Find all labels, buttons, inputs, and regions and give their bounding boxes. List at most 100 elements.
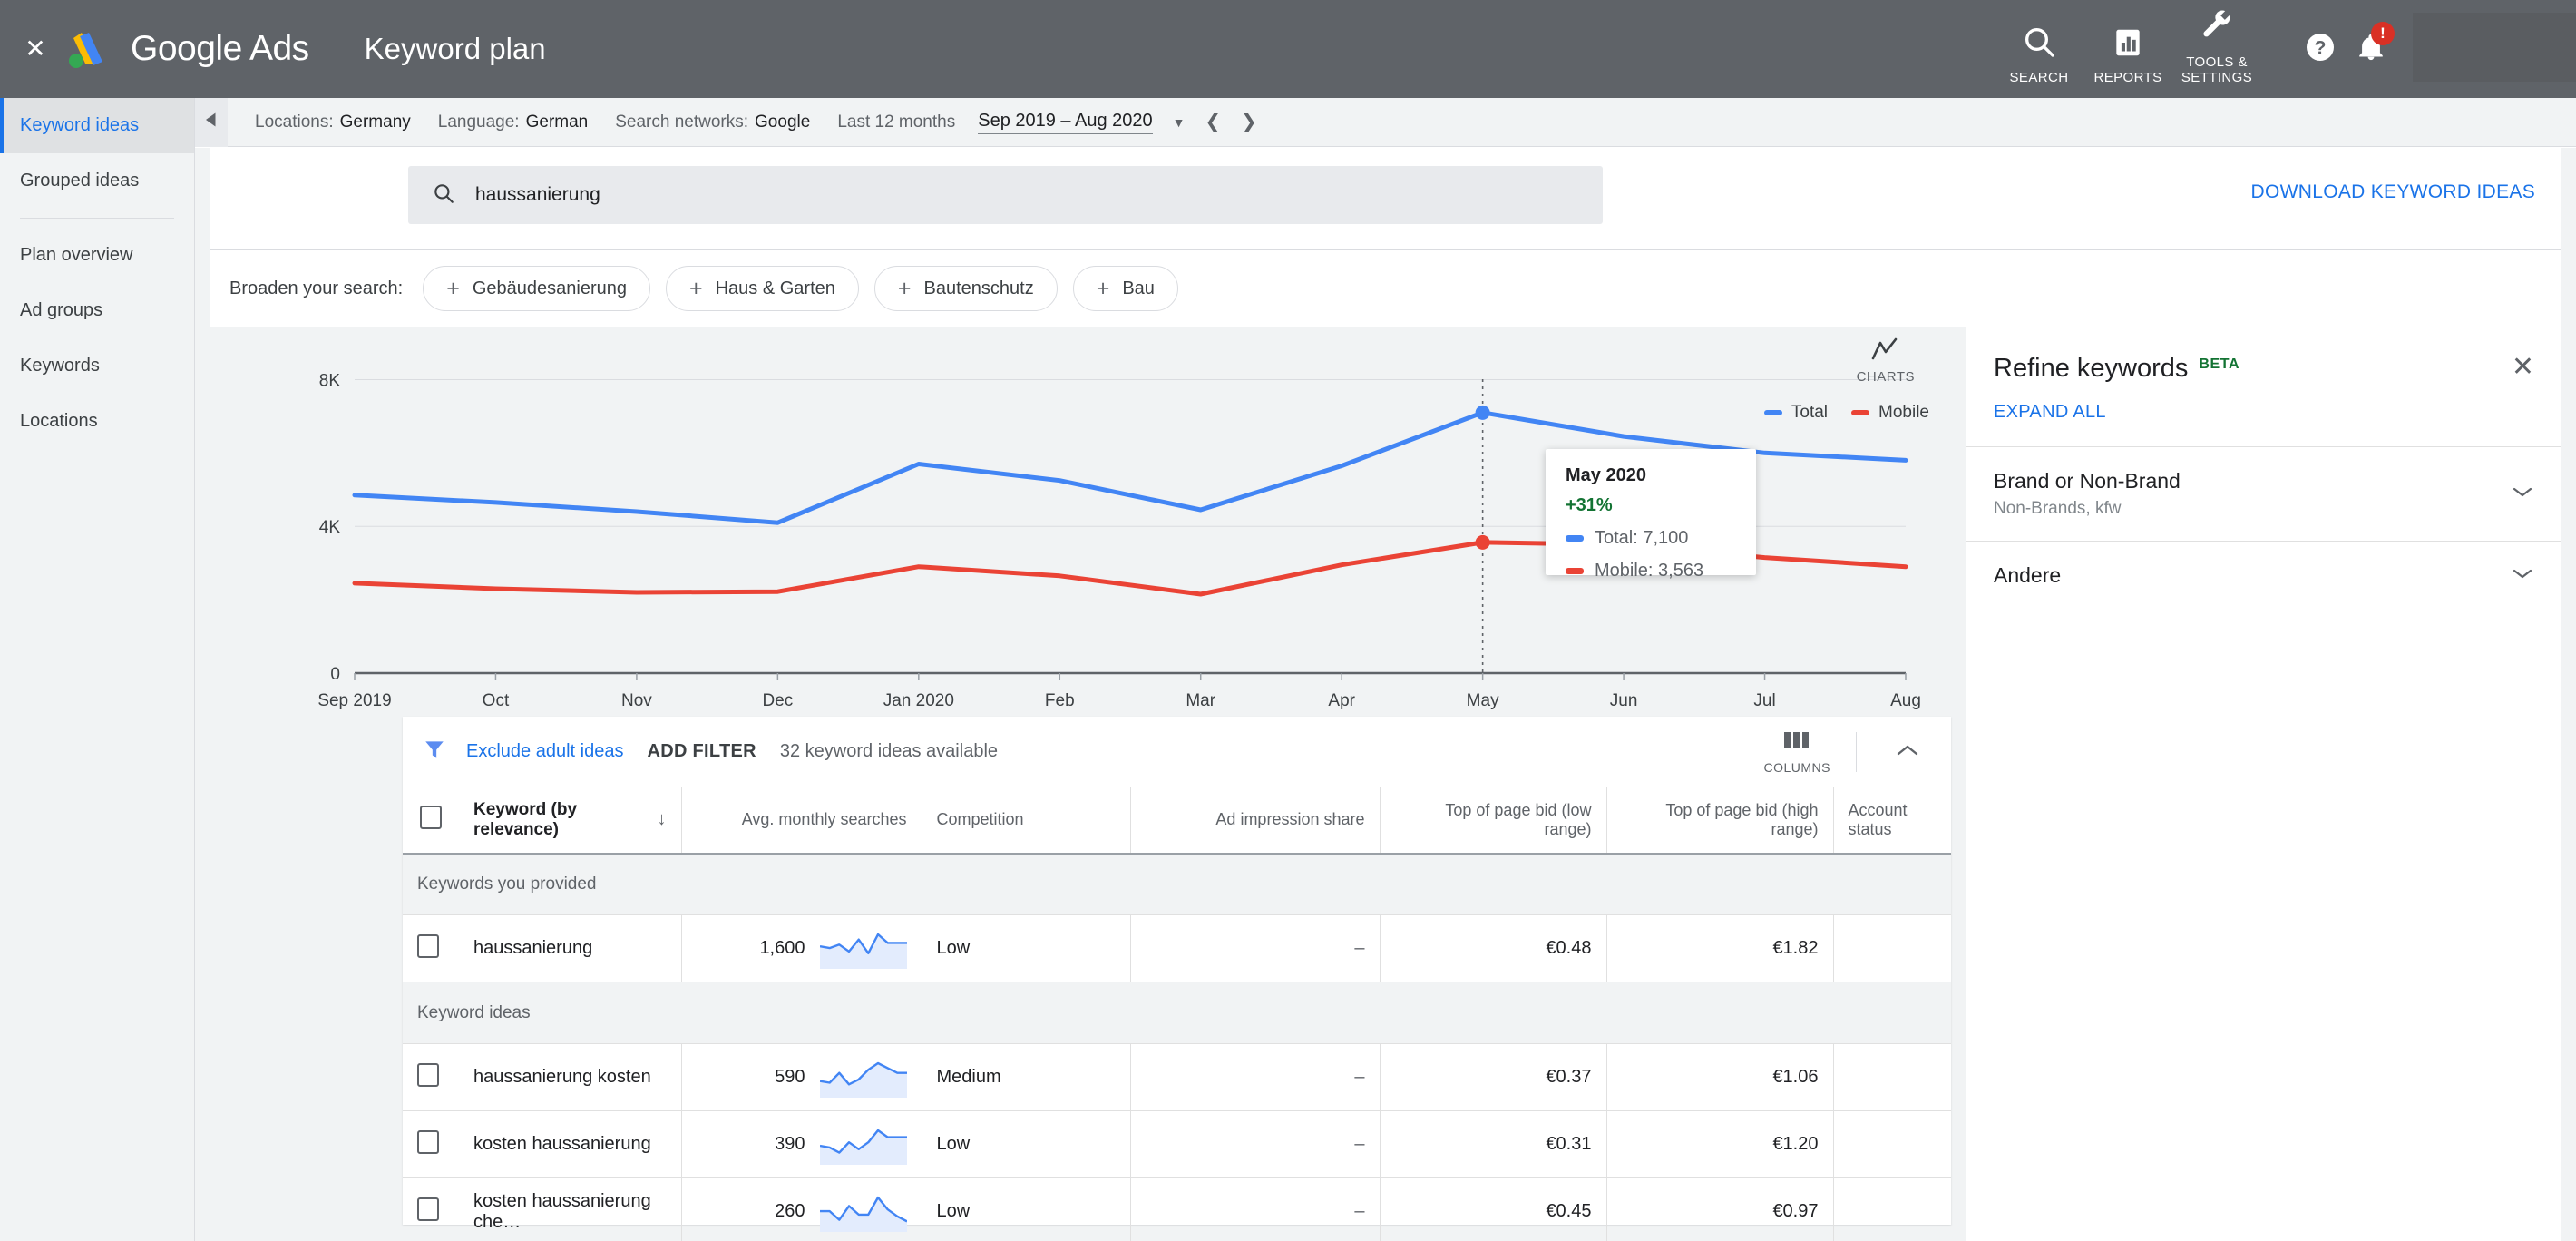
select-all-header [403,786,459,855]
row-checkbox[interactable] [417,1197,439,1221]
sidebar-item-grouped-ideas[interactable]: Grouped ideas [0,153,194,209]
locations-value: Germany [339,112,411,132]
cell-keyword[interactable]: haussanierung kosten [459,1043,682,1112]
download-keyword-ideas-button[interactable]: DOWNLOAD KEYWORD IDEAS [2251,181,2535,203]
column-header-bid-low[interactable]: Top of page bid (low range) [1380,786,1607,855]
refine-header: Refine keywords BETA ✕ [1966,327,2561,384]
cell-bid-low: €0.45 [1380,1177,1607,1241]
refine-keywords-panel: Refine keywords BETA ✕ EXPAND ALL Brand … [1966,327,2561,1241]
search-input[interactable]: haussanierung [408,166,1603,224]
plus-icon: + [688,275,703,301]
chevron-down-icon[interactable] [2511,566,2534,585]
collapse-panel-button[interactable] [195,97,228,147]
refine-section-brand-or-non-brand[interactable]: Brand or Non-Brand Non-Brands, kfw [1966,446,2561,541]
reports-button[interactable]: REPORTS [2087,25,2169,85]
cell-avg-monthly-searches: 590 [681,1043,922,1112]
search-button-label: SEARCH [2009,69,2069,85]
language-filter[interactable]: Language: German [438,112,588,132]
tools-and-settings-button[interactable]: TOOLS & SETTINGS [2176,8,2258,86]
search-button[interactable]: SEARCH [1998,24,2080,85]
chevron-down-icon[interactable] [2511,484,2534,503]
refine-section-andere[interactable]: Andere [1966,541,2561,610]
funnel-filter-icon[interactable] [423,738,446,766]
legend-label-mobile: Mobile [1878,403,1929,422]
cell-keyword[interactable]: haussanierung [459,914,682,983]
broaden-chip-3[interactable]: + Bau [1072,266,1178,311]
plus-icon: + [897,275,912,301]
tooltip-swatch-total [1566,535,1584,542]
column-header-ad-impression-share[interactable]: Ad impression share [1130,786,1381,855]
sidebar-item-label: Ad groups [20,300,103,320]
tooltip-delta: +31% [1566,495,1613,515]
row-checkbox[interactable] [417,1062,439,1087]
search-icon [432,181,455,210]
expand-all-button[interactable]: EXPAND ALL [1966,384,2106,446]
cell-ad-impression-share: – [1130,914,1381,983]
table-body: Keywords you provided haussanierung 1,600 L… [403,853,1951,1241]
sidebar-divider [20,218,174,219]
column-header-bid-high[interactable]: Top of page bid (high range) [1606,786,1834,855]
locations-label: Locations: [255,112,334,132]
avg-monthly-searches-value: 1,600 [759,938,805,959]
select-all-checkbox[interactable] [420,806,442,830]
sidebar-item-plan-overview[interactable]: Plan overview [0,228,194,283]
chevron-down-icon[interactable]: ▼ [1173,115,1186,130]
prev-period-button[interactable]: ❮ [1205,111,1222,133]
column-header-keyword[interactable]: Keyword (by relevance) ↓ [459,786,682,855]
avg-monthly-searches-value: 260 [775,1201,805,1222]
broaden-chip-2[interactable]: + Bautenschutz [873,266,1058,311]
refine-section-subtitle: Non-Brands, kfw [1994,499,2122,518]
sidebar-item-ad-groups[interactable]: Ad groups [0,283,194,338]
legend-item-total[interactable]: Total [1763,403,1828,423]
triangle-left-icon [203,112,220,132]
column-header-account-status[interactable]: Account status [1833,786,1951,855]
sparkline-chart [819,1196,907,1232]
sidebar-item-locations[interactable]: Locations [0,394,194,449]
locations-filter[interactable]: Locations: Germany [255,112,411,132]
close-icon[interactable]: ✕ [20,34,51,64]
language-value: German [525,112,589,132]
search-networks-filter[interactable]: Search networks: Google [615,112,810,132]
settings-filter-bar: Locations: Germany Language: German Sear… [195,97,2576,147]
sidebar-item-label: Grouped ideas [20,171,140,191]
close-icon[interactable]: ✕ [2512,354,2534,381]
sidebar-item-keyword-ideas[interactable]: Keyword ideas [0,98,194,153]
row-checkbox[interactable] [417,1129,439,1154]
broaden-chip-0[interactable]: + Gebäudesanierung [423,266,650,311]
broaden-chip-1[interactable]: + Haus & Garten [665,266,859,311]
table-row[interactable]: kosten haussanierung 390 Low – €0.31 €1.20 [403,1110,1951,1179]
date-range-value[interactable]: Sep 2019 – Aug 2020 [978,111,1153,134]
next-period-button[interactable]: ❯ [1241,111,1257,133]
account-menu[interactable] [2413,13,2576,82]
table-row[interactable]: haussanierung 1,600 Low – €0.48 €1.82 [403,914,1951,983]
sort-down-arrow-icon[interactable]: ↓ [658,809,667,830]
cell-keyword[interactable]: kosten haussanierung che… [459,1177,682,1241]
notifications-button[interactable]: ! [2346,22,2396,74]
main-content: haussanierung DOWNLOAD KEYWORD IDEAS Bro… [195,148,2576,1241]
row-checkbox[interactable] [417,933,439,958]
notification-badge: ! [2371,22,2395,45]
add-filter-button[interactable]: ADD FILTER [647,741,756,762]
legend-swatch-total [1763,410,1782,415]
chevron-up-icon[interactable] [1882,740,1933,764]
svg-text:Mar: Mar [1186,691,1215,710]
sidebar-item-keywords[interactable]: Keywords [0,338,194,394]
column-header-competition[interactable]: Competition [922,786,1131,855]
sidebar-item-label: Plan overview [20,245,133,265]
legend-swatch-mobile [1851,410,1870,415]
help-button[interactable]: ? [2295,24,2346,74]
legend-item-mobile[interactable]: Mobile [1851,403,1929,423]
cell-competition: Medium [922,1043,1131,1112]
table-row[interactable]: haussanierung kosten 590 Medium – €0.37 €1.06 [403,1043,1951,1112]
cell-keyword[interactable]: kosten haussanierung [459,1110,682,1179]
table-header-row: Keyword (by relevance) ↓ Avg. monthly se… [403,786,1951,855]
table-row[interactable]: kosten haussanierung che… 260 Low – €0.45 €0.… [403,1177,1951,1241]
exclude-adult-ideas-filter[interactable]: Exclude adult ideas [466,741,623,762]
date-range-filter[interactable]: Last 12 months Sep 2019 – Aug 2020 ▼ ❮ ❯ [837,111,1257,134]
sidebar-item-label: Locations [20,411,98,431]
charts-label: CHARTS [1856,369,1915,385]
columns-button[interactable]: COLUMNS [1763,729,1830,775]
svg-text:Oct: Oct [483,691,510,710]
column-header-avg-monthly-searches[interactable]: Avg. monthly searches [681,786,922,855]
charts-toggle-button[interactable]: CHARTS [1857,337,1915,385]
